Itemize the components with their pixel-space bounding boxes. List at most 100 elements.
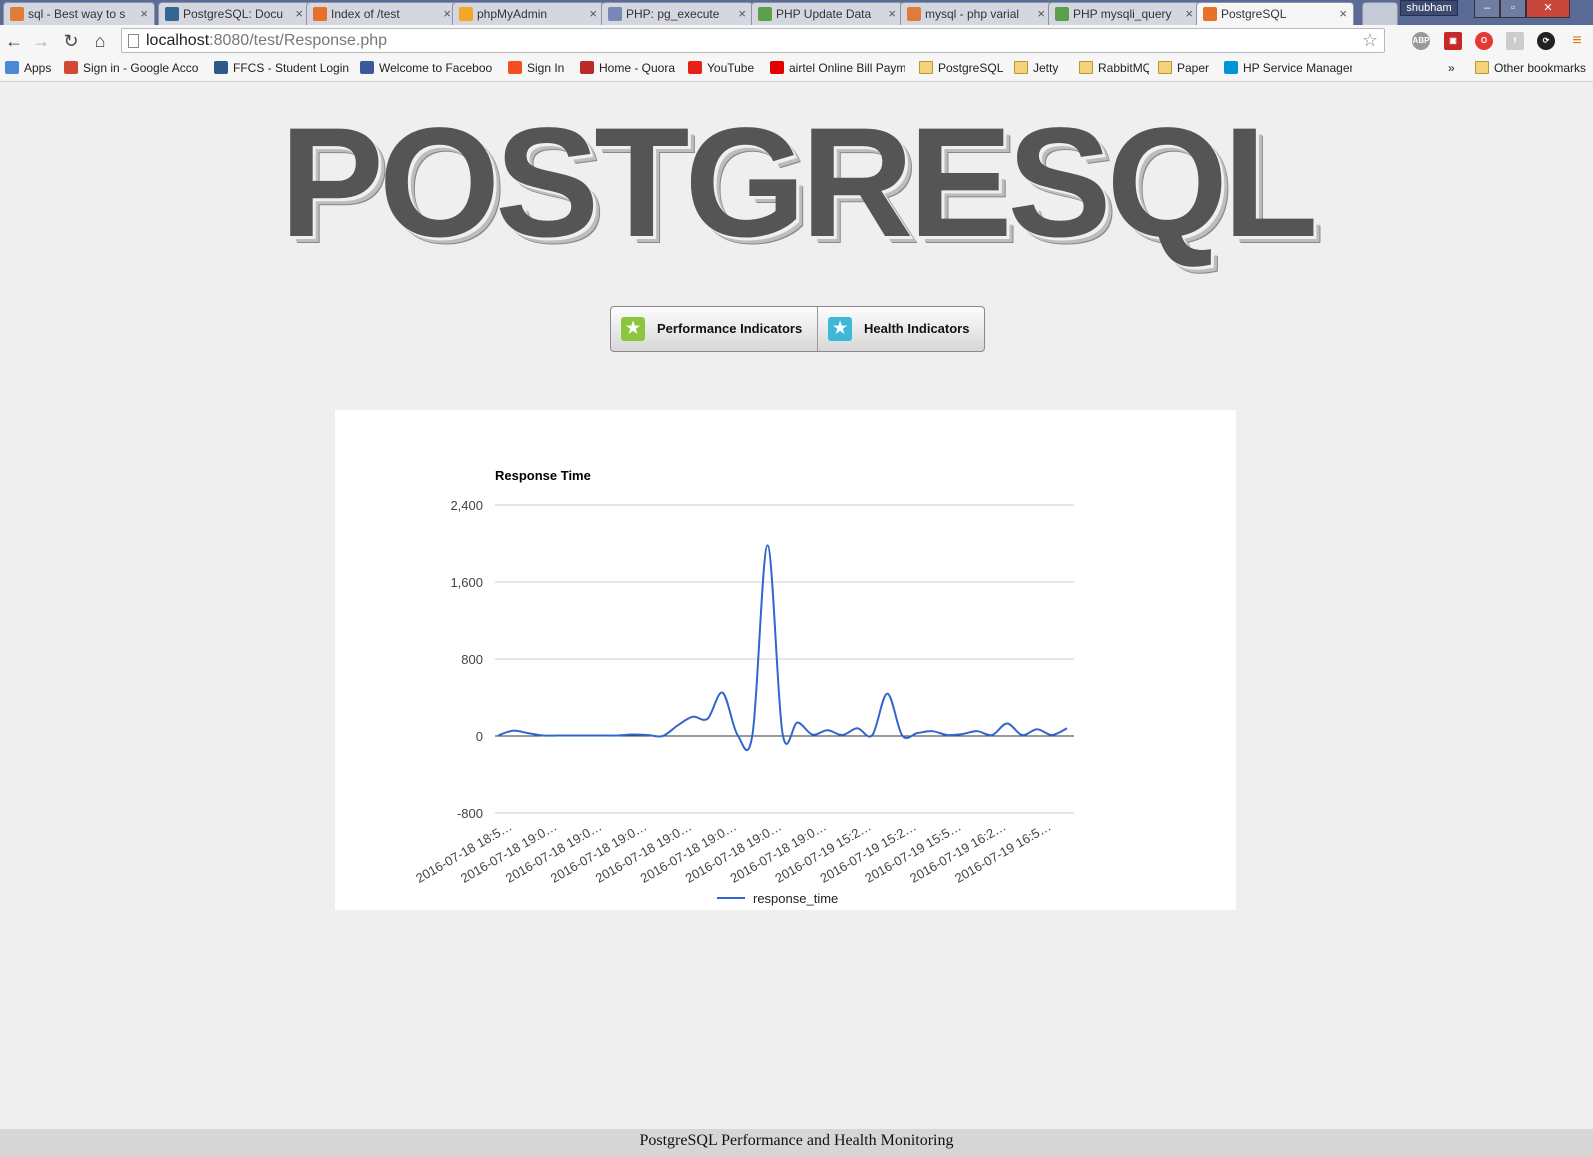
page-title: POSTGRESQL: [279, 96, 1318, 270]
bookmark-favicon-icon: [508, 61, 522, 74]
tab-8[interactable]: PHP mysqli_query ×: [1048, 2, 1200, 25]
tab-favicon-icon: [1203, 7, 1217, 21]
bookmark-item[interactable]: Other bookmarks: [1475, 61, 1591, 75]
tab-7[interactable]: mysql - php varial ×: [900, 2, 1052, 25]
home-icon[interactable]: ⌂: [89, 30, 111, 52]
chart-svg: Response Time2,4001,6008000-8002016-07-1…: [413, 468, 1074, 906]
address-bar[interactable]: localhost:8080/test/Response.php ☆: [121, 28, 1385, 53]
bookmark-label: airtel Online Bill Paym: [789, 61, 905, 75]
bookmark-favicon-icon: [1224, 61, 1238, 74]
series-line-response_time: [497, 544, 1068, 751]
tab-favicon-icon: [459, 7, 473, 21]
bookmark-label: Sign in - Google Acco: [83, 61, 199, 75]
folder-icon: [1158, 61, 1172, 74]
menu-icon[interactable]: ≡: [1568, 32, 1586, 50]
adblock-icon[interactable]: ABP: [1412, 32, 1430, 50]
reload-icon[interactable]: ↻: [60, 30, 82, 52]
tab-close-icon[interactable]: ×: [1037, 6, 1045, 21]
bookmark-favicon-icon: [580, 61, 594, 74]
tab-favicon-icon: [608, 7, 622, 21]
tab-close-icon[interactable]: ×: [589, 6, 597, 21]
sync-extension-icon[interactable]: ⟳: [1537, 32, 1555, 50]
forward-arrow-icon[interactable]: →: [30, 30, 52, 52]
bookmark-item[interactable]: YouTube: [688, 61, 763, 75]
bookmark-favicon-icon: [5, 61, 19, 74]
tab-close-icon[interactable]: ×: [738, 6, 746, 21]
bookmark-star-icon[interactable]: ☆: [1362, 30, 1378, 51]
y-tick-label: 2,400: [450, 498, 483, 513]
tab-title: PHP mysqli_query: [1073, 7, 1172, 21]
bookmark-label: Home - Quora: [599, 61, 676, 75]
minimize-button[interactable]: –: [1474, 0, 1500, 18]
back-arrow-icon[interactable]: ←: [3, 30, 25, 52]
star-icon: ★: [828, 317, 852, 341]
tab-9[interactable]: PostgreSQL ×: [1196, 2, 1354, 25]
tab-favicon-icon: [907, 7, 921, 21]
indicator-button-group: ★ Performance Indicators ★ Health Indica…: [610, 306, 985, 352]
response-time-chart: Response Time 2,400 1,600 800 0 -800 2016-07-1…: [335, 410, 1236, 910]
tab-close-icon[interactable]: ×: [443, 6, 451, 21]
folder-icon: [1079, 61, 1093, 74]
legend-label: response_time: [753, 891, 838, 906]
tab-title: mysql - php varial: [925, 7, 1020, 21]
profile-button[interactable]: shubham: [1400, 0, 1458, 16]
train-extension-icon[interactable]: ▣: [1444, 32, 1462, 50]
bookmarks-overflow-button[interactable]: »: [1448, 61, 1455, 75]
tab-favicon-icon: [10, 7, 24, 21]
tab-2[interactable]: PostgreSQL: Docu ×: [158, 2, 310, 25]
bookmark-item[interactable]: Home - Quora: [580, 61, 680, 75]
tab-4[interactable]: phpMyAdmin ×: [452, 2, 604, 25]
y-tick-label: 0: [476, 729, 483, 744]
page-icon: [128, 34, 139, 48]
performance-indicators-label: Performance Indicators: [657, 321, 803, 336]
bookmark-item[interactable]: airtel Online Bill Paym: [770, 61, 905, 75]
tab-5[interactable]: PHP: pg_execute ×: [601, 2, 753, 25]
tab-3[interactable]: Index of /test ×: [306, 2, 458, 25]
opera-extension-icon[interactable]: O: [1475, 32, 1493, 50]
folder-icon: [1014, 61, 1028, 74]
tab-close-icon[interactable]: ×: [1185, 6, 1193, 21]
url-text: localhost:8080/test/Response.php: [146, 32, 387, 50]
folder-icon: [1475, 61, 1489, 74]
maximize-button[interactable]: ▫: [1500, 0, 1526, 18]
browser-toolbar: ← → ↻ ⌂ localhost:8080/test/Response.php…: [0, 25, 1593, 57]
tab-favicon-icon: [313, 7, 327, 21]
tab-close-icon[interactable]: ×: [295, 6, 303, 21]
bookmark-item[interactable]: Paper: [1158, 61, 1214, 75]
bookmark-item[interactable]: PostgreSQL: [919, 61, 1005, 75]
close-window-button[interactable]: ✕: [1526, 0, 1570, 18]
tab-title: PHP Update Data: [776, 7, 872, 21]
footer: PostgreSQL Performance and Health Monito…: [0, 1129, 1593, 1157]
tab-title: Index of /test: [331, 7, 400, 21]
tab-close-icon[interactable]: ×: [1339, 6, 1347, 21]
bookmark-item[interactable]: Jetty: [1014, 61, 1070, 75]
star-icon: ★: [621, 317, 645, 341]
y-tick-label: 800: [461, 652, 483, 667]
tab-6[interactable]: PHP Update Data ×: [751, 2, 903, 25]
bookmark-label: HP Service Manager (: [1243, 61, 1352, 75]
tab-close-icon[interactable]: ×: [140, 6, 148, 21]
bookmark-item[interactable]: FFCS - Student Login: [214, 61, 354, 75]
tab-favicon-icon: [1055, 7, 1069, 21]
tab-close-icon[interactable]: ×: [888, 6, 896, 21]
folder-icon: [919, 61, 933, 74]
performance-indicators-button[interactable]: ★ Performance Indicators: [611, 307, 818, 351]
tab-title: PostgreSQL: [1221, 7, 1287, 21]
bookmark-label: RabbitMQ: [1098, 61, 1149, 75]
facebook-extension-icon[interactable]: f: [1506, 32, 1524, 50]
bookmark-label: Welcome to Faceboo: [379, 61, 493, 75]
bookmark-label: Paper: [1177, 61, 1210, 75]
health-indicators-button[interactable]: ★ Health Indicators: [818, 307, 984, 351]
bookmark-item[interactable]: HP Service Manager (: [1224, 61, 1352, 75]
bookmark-label: PostgreSQL: [938, 61, 1004, 75]
tab-title: PostgreSQL: Docu: [183, 7, 284, 21]
bookmark-item[interactable]: Sign in - Google Acco: [64, 61, 204, 75]
tab-1[interactable]: sql - Best way to s ×: [3, 2, 155, 25]
tab-favicon-icon: [758, 7, 772, 21]
bookmark-item[interactable]: Sign In: [508, 61, 573, 75]
bookmark-label: Apps: [24, 61, 52, 75]
bookmark-item[interactable]: RabbitMQ: [1079, 61, 1149, 75]
bookmark-item[interactable]: Apps: [5, 61, 57, 75]
new-tab-button[interactable]: [1362, 2, 1398, 25]
bookmark-item[interactable]: Welcome to Faceboo: [360, 61, 500, 75]
